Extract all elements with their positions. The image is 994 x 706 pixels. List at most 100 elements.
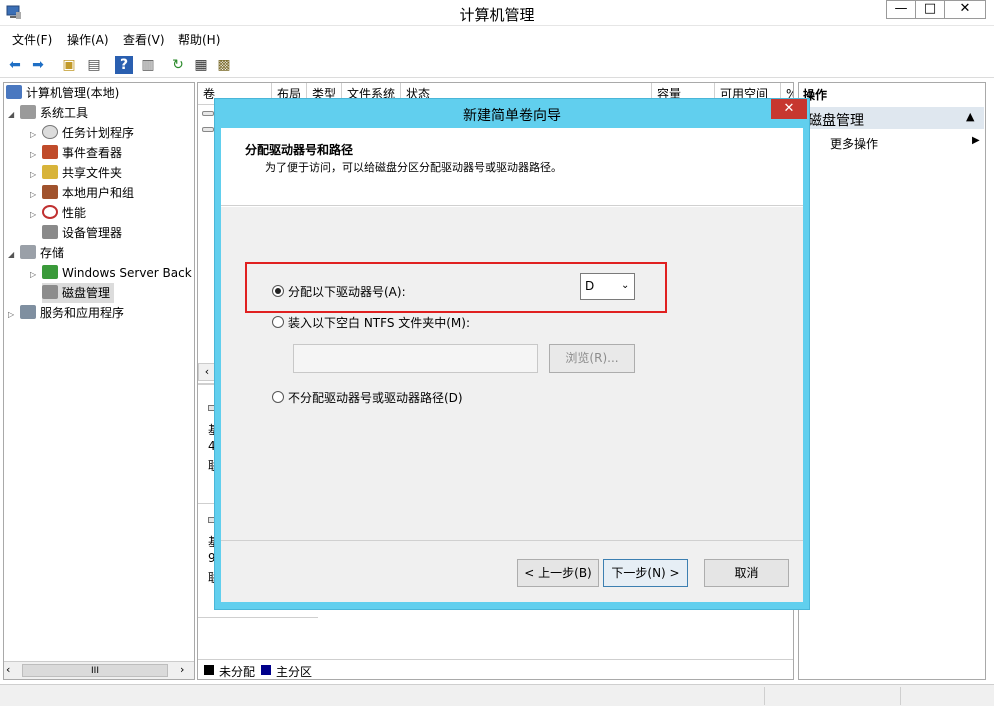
tree-item-system-tools[interactable]: ◢ 系统工具 [8, 103, 88, 123]
radio-mount-folder[interactable] [272, 316, 284, 328]
tools-icon [20, 105, 36, 119]
window-title: 计算机管理 [459, 6, 535, 24]
disk-icon[interactable]: ▩ [215, 56, 233, 74]
expanded-arrow-icon[interactable]: ◢ [8, 245, 20, 265]
menu-bar: 文件(F) 操作(A) 查看(V) 帮助(H) [0, 28, 994, 50]
menu-view[interactable]: 查看(V) [123, 31, 165, 48]
status-panel [764, 687, 900, 705]
tree-item-storage[interactable]: ◢ 存储 [8, 243, 64, 263]
more-actions-item[interactable]: 更多操作 ▶ [800, 133, 984, 153]
tree-item-root[interactable]: 计算机管理(本地) [6, 83, 119, 103]
action-pane-icon[interactable]: ▥ [139, 56, 157, 74]
radio-mount-folder-label[interactable]: 装入以下空白 NTFS 文件夹中(M): [288, 314, 470, 331]
disk-separator [198, 617, 318, 618]
collapsed-arrow-icon[interactable]: ▷ [30, 265, 42, 285]
legend-bar: 未分配 主分区 [198, 659, 793, 679]
refresh-icon[interactable]: ↻ [169, 56, 187, 74]
users-icon [42, 185, 58, 199]
radio-assign-letter[interactable] [272, 285, 284, 297]
status-bar [0, 684, 994, 706]
tree-label: 系统工具 [40, 106, 89, 120]
collapsed-arrow-icon[interactable]: ▷ [30, 205, 42, 225]
submenu-arrow-icon: ▶ [972, 135, 980, 146]
disk-management-icon [42, 285, 58, 299]
up-folder-icon[interactable]: ▣ [60, 56, 78, 74]
services-icon [20, 305, 36, 319]
scroll-thumb[interactable]: III [22, 664, 168, 677]
console-tree-icon[interactable]: ▤ [85, 56, 103, 74]
back-button[interactable]: < 上一步(B) [517, 559, 599, 587]
collapsed-arrow-icon[interactable]: ▷ [8, 305, 20, 325]
help-icon[interactable]: ? [115, 56, 133, 74]
computer-icon [6, 85, 22, 99]
legend-primary-swatch [261, 665, 271, 675]
menu-action[interactable]: 操作(A) [67, 31, 109, 48]
dialog-close-button[interactable]: ✕ [771, 99, 807, 119]
storage-icon [20, 245, 36, 259]
tree-label: 设备管理器 [62, 226, 123, 240]
shared-folder-icon [42, 165, 58, 179]
wizard-subheading: 为了便于访问，可以给磁盘分区分配驱动器号或驱动器路径。 [265, 161, 562, 174]
wizard-footer: < 上一步(B) 下一步(N) > 取消 [221, 540, 803, 602]
maximize-button[interactable]: □ [915, 0, 945, 19]
wizard-header: 分配驱动器号和路径 为了便于访问，可以给磁盘分区分配驱动器号或驱动器路径。 [221, 128, 803, 206]
collapsed-arrow-icon[interactable]: ▷ [30, 165, 42, 185]
radio-no-letter[interactable] [272, 391, 284, 403]
expanded-arrow-icon[interactable]: ◢ [8, 105, 20, 125]
tree-label: 本地用户和组 [62, 186, 135, 200]
scroll-right-icon[interactable]: › [180, 663, 184, 676]
new-simple-volume-wizard: 新建简单卷向导 ✕ 分配驱动器号和路径 为了便于访问，可以给磁盘分区分配驱动器号… [214, 98, 810, 610]
legend-unallocated-swatch [204, 665, 214, 675]
clock-icon [42, 125, 58, 139]
tree-item-shared-folders[interactable]: ▷ 共享文件夹 [30, 163, 122, 183]
back-arrow-icon[interactable]: ⬅ [6, 56, 24, 74]
tree-label: 任务计划程序 [62, 126, 135, 140]
menu-help[interactable]: 帮助(H) [178, 31, 220, 48]
drive-letter-value: D [585, 279, 595, 293]
collapse-up-icon[interactable]: ▲ [966, 110, 974, 123]
drive-letter-select[interactable]: D ⌄ [580, 273, 635, 300]
menu-file[interactable]: 文件(F) [12, 31, 52, 48]
browse-button[interactable]: 浏览(R)... [549, 344, 635, 373]
device-manager-icon [42, 225, 58, 239]
backup-icon [42, 265, 58, 279]
minimize-button[interactable]: — [886, 0, 916, 19]
tree-item-local-users[interactable]: ▷ 本地用户和组 [30, 183, 134, 203]
status-panel [900, 687, 990, 705]
properties-icon[interactable]: ▦ [192, 56, 210, 74]
title-bar: 计算机管理 — □ ✕ [0, 0, 994, 26]
actions-section[interactable]: 磁盘管理 ▲ [800, 107, 984, 129]
volume-row-icon [202, 127, 214, 132]
legend-unallocated-label: 未分配 [219, 665, 256, 679]
forward-arrow-icon[interactable]: ➡ [29, 56, 47, 74]
scroll-left-icon[interactable]: ‹ [6, 663, 10, 676]
tree-hscrollbar[interactable]: ‹ III › [4, 661, 194, 679]
cancel-button[interactable]: 取消 [704, 559, 789, 587]
collapsed-arrow-icon[interactable]: ▷ [30, 185, 42, 205]
tree-item-services-apps[interactable]: ▷ 服务和应用程序 [8, 303, 124, 323]
dialog-body: 分配驱动器号和路径 为了便于访问，可以给磁盘分区分配驱动器号或驱动器路径。 分配… [221, 128, 803, 602]
tree-item-performance[interactable]: ▷ 性能 [30, 203, 86, 223]
more-actions-label: 更多操作 [830, 137, 879, 151]
collapsed-arrow-icon[interactable]: ▷ [30, 145, 42, 165]
tree-item-device-manager[interactable]: 设备管理器 [42, 223, 122, 243]
radio-assign-letter-label[interactable]: 分配以下驱动器号(A): [288, 283, 406, 300]
next-button[interactable]: 下一步(N) > [603, 559, 688, 587]
actions-pane: 操作 磁盘管理 ▲ 更多操作 ▶ [798, 82, 986, 680]
event-viewer-icon [42, 145, 58, 159]
tree-label: 性能 [62, 206, 87, 220]
console-tree: 计算机管理(本地) ◢ 系统工具 ▷ 任务计划程序 ▷ 事件查看器 ▷ 共享文件夹 ▷ 本… [3, 82, 195, 680]
close-button[interactable]: ✕ [944, 0, 986, 19]
chevron-down-icon: ⌄ [621, 280, 630, 291]
dialog-title: 新建简单卷向导 [463, 108, 561, 124]
mount-path-input[interactable] [293, 344, 538, 373]
toolbar: ⬅ ➡ ▣ ▤ ? ▥ ↻ ▦ ▩ [0, 52, 994, 78]
performance-icon [42, 205, 58, 219]
tree-item-event-viewer[interactable]: ▷ 事件查看器 [30, 143, 122, 163]
collapsed-arrow-icon[interactable]: ▷ [30, 125, 42, 145]
legend-primary-label: 主分区 [276, 665, 313, 679]
tree-item-windows-backup[interactable]: ▷ Windows Server Back [30, 263, 192, 283]
tree-item-task-scheduler[interactable]: ▷ 任务计划程序 [30, 123, 134, 143]
radio-no-letter-label[interactable]: 不分配驱动器号或驱动器路径(D) [288, 389, 463, 406]
tree-item-disk-management[interactable]: 磁盘管理 [42, 283, 115, 303]
